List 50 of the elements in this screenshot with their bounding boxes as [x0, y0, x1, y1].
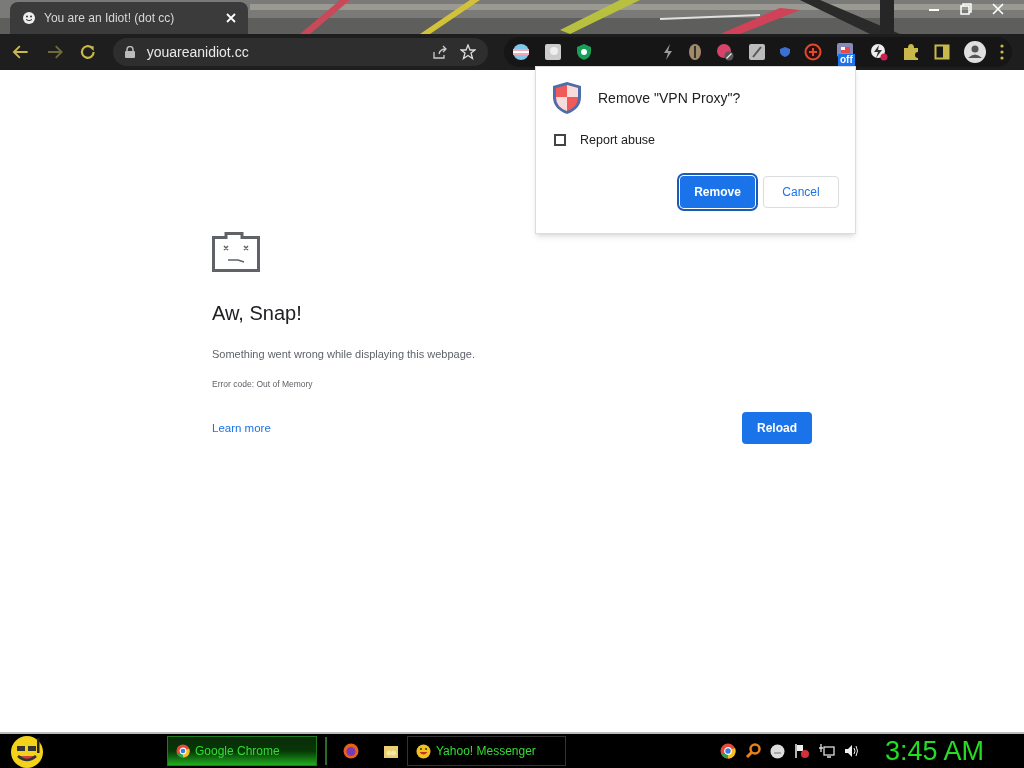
error-heading: Aw, Snap! — [212, 301, 303, 326]
chrome-icon[interactable] — [720, 743, 736, 759]
lightning-icon[interactable] — [870, 43, 888, 61]
browser-tab[interactable]: You are an Idiot! (dot cc) — [10, 2, 248, 34]
network-icon[interactable] — [819, 743, 835, 759]
share-icon[interactable] — [432, 44, 448, 60]
checkbox[interactable] — [554, 134, 566, 147]
sidebar-icon[interactable] — [934, 44, 950, 60]
shield-icon — [552, 81, 582, 115]
search-icon[interactable] — [745, 743, 761, 759]
sad-folder-icon — [212, 232, 260, 272]
close-icon[interactable] — [226, 13, 236, 23]
smiley-icon — [416, 743, 431, 759]
reload-button[interactable]: Reload — [742, 412, 812, 445]
flag-icon[interactable] — [794, 743, 810, 759]
shield-icon[interactable] — [576, 43, 592, 61]
circle-icon[interactable] — [804, 43, 822, 61]
clock: 3:45 AM — [885, 735, 985, 767]
remove-button[interactable]: Remove — [680, 175, 755, 208]
smiley-icon — [22, 11, 36, 25]
blocked-icon[interactable] — [716, 43, 734, 61]
error-code: Error code: Out of Memory — [212, 377, 314, 391]
learn-more-link[interactable]: Learn more — [212, 419, 271, 437]
taskbar-button[interactable]: Yahoo! Messenger — [407, 736, 566, 766]
cancel-button[interactable]: Cancel — [763, 175, 839, 208]
taskbar-button[interactable]: Google Chrome — [167, 736, 317, 766]
photo-icon[interactable] — [544, 43, 562, 61]
error-message: Something went wrong while displaying this webpage. — [212, 347, 476, 362]
chrome-icon — [176, 744, 190, 758]
flag-icon[interactable] — [512, 43, 530, 61]
puzzle-icon[interactable] — [902, 43, 920, 61]
menu-icon[interactable] — [1000, 44, 1004, 60]
restore-icon[interactable] — [960, 3, 972, 15]
speaker-icon[interactable] — [844, 743, 860, 759]
checkbox-label: Report abuse — [580, 132, 656, 149]
folder-icon[interactable] — [383, 743, 399, 759]
tab-title: You are an Idiot! (dot cc) — [44, 10, 176, 27]
reload-icon[interactable] — [79, 43, 97, 61]
back-icon[interactable] — [12, 43, 30, 61]
address-bar[interactable]: youareanidiot.cc — [112, 38, 488, 66]
lock-icon — [124, 46, 135, 58]
profile-icon[interactable] — [964, 41, 986, 63]
extension-badge: off — [838, 54, 855, 66]
forward-icon[interactable] — [45, 43, 64, 61]
lightning-icon[interactable] — [662, 43, 674, 61]
dialog-title: Remove "VPN Proxy"? — [598, 88, 741, 108]
star-icon[interactable] — [460, 44, 476, 60]
url-text: youareanidiot.cc — [146, 42, 250, 62]
firefox-icon[interactable] — [343, 743, 359, 759]
smiley-icon[interactable] — [770, 743, 785, 759]
